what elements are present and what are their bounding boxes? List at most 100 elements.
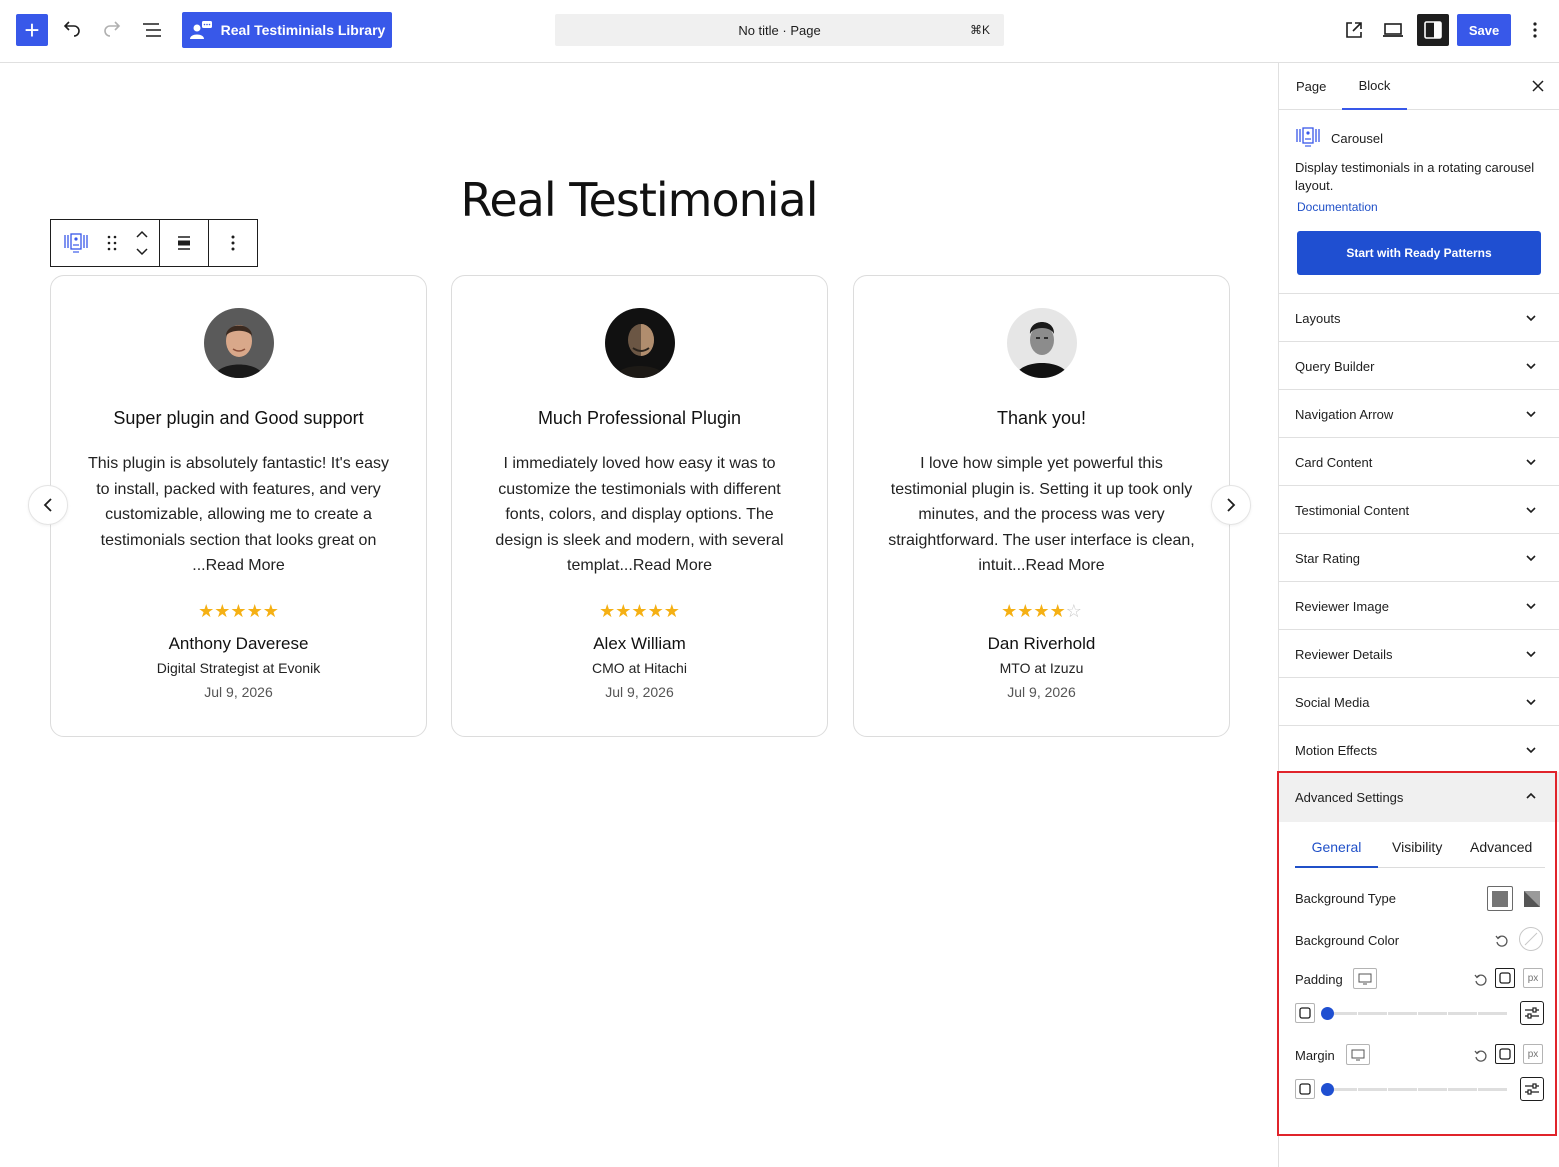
panel-navigation-arrow[interactable]: Navigation Arrow — [1279, 390, 1559, 438]
star-filled-icon: ★ — [262, 601, 279, 621]
reviewer-avatar — [204, 308, 274, 378]
star-rating: ★★★★★ — [452, 601, 827, 622]
chevron-left-icon — [43, 498, 52, 512]
chevron-down-icon — [1526, 459, 1536, 466]
options-menu-button[interactable] — [1522, 16, 1548, 44]
padding-link-sides-button[interactable] — [1495, 968, 1515, 988]
add-block-button[interactable]: + — [16, 14, 48, 46]
block-options-button[interactable] — [209, 220, 257, 266]
panel-testimonial-content[interactable]: Testimonial Content — [1279, 486, 1559, 534]
redo-icon — [104, 21, 121, 37]
panel-star-rating[interactable]: Star Rating — [1279, 534, 1559, 582]
chevron-right-icon — [1227, 498, 1236, 512]
star-filled-icon: ★ — [663, 601, 680, 621]
panel-label: Query Builder — [1295, 359, 1375, 374]
margin-slider-thumb[interactable] — [1321, 1083, 1334, 1096]
documentation-link[interactable]: Documentation — [1297, 200, 1378, 214]
reset-icon — [1474, 974, 1487, 986]
margin-slider-track[interactable] — [1327, 1088, 1507, 1091]
margin-device-button[interactable] — [1346, 1044, 1370, 1065]
chevron-down-icon — [1526, 747, 1536, 754]
tab-block[interactable]: Block — [1342, 63, 1407, 110]
block-type-button[interactable] — [51, 220, 101, 266]
padding-slider-thumb[interactable] — [1321, 1007, 1334, 1020]
padding-slider-track[interactable] — [1327, 1012, 1507, 1015]
box-sides-icon — [1499, 1048, 1511, 1060]
reset-padding-button[interactable] — [1471, 970, 1491, 990]
review-date: Jul 9, 2026 — [1007, 684, 1076, 700]
reset-margin-button[interactable] — [1471, 1046, 1491, 1066]
block-toolbar — [50, 219, 258, 267]
carousel-prev-button[interactable] — [28, 485, 68, 525]
drag-handle[interactable] — [101, 220, 125, 266]
star-filled-icon: ★ — [1017, 601, 1034, 621]
padding-unit-button[interactable]: px — [1523, 968, 1543, 988]
editor-top-toolbar: + Real Testiminials Library No title · P… — [0, 0, 1559, 63]
testimonial-text: I immediately loved how easy it was to c… — [495, 455, 784, 575]
star-rating: ★★★★★ — [51, 601, 426, 622]
block-name: Carousel — [1331, 131, 1384, 146]
box-sides-icon — [1299, 1007, 1311, 1019]
testimonial-card[interactable]: Thank you! I love how simple yet powerfu… — [853, 275, 1230, 737]
padding-device-button[interactable] — [1353, 968, 1377, 989]
background-type-label: Background Type — [1295, 891, 1396, 906]
background-color-swatch[interactable] — [1519, 927, 1543, 951]
move-block-buttons[interactable] — [124, 220, 159, 266]
advanced-settings-header[interactable]: Advanced Settings — [1279, 772, 1559, 822]
star-empty-icon: ☆ — [1065, 601, 1082, 621]
testimonial-card[interactable]: Super plugin and Good support This plugi… — [50, 275, 427, 737]
star-filled-icon: ★ — [198, 601, 215, 621]
panel-reviewer-image[interactable]: Reviewer Image — [1279, 582, 1559, 630]
panel-social-media[interactable]: Social Media — [1279, 678, 1559, 726]
advanced-settings-panel: Advanced Settings General Visibility Adv… — [1279, 772, 1559, 1167]
command-palette-bar[interactable]: No title · Page ⌘K — [555, 14, 1004, 46]
background-gradient-button[interactable] — [1519, 886, 1545, 911]
padding-custom-button[interactable] — [1520, 1001, 1544, 1025]
panel-label: Card Content — [1295, 455, 1373, 470]
chevron-down-icon — [1526, 507, 1536, 514]
tab-page[interactable]: Page — [1296, 63, 1326, 110]
testimonials-library-label: Real Testiminials Library — [220, 22, 386, 38]
testimonials-library-button[interactable]: Real Testiminials Library — [182, 12, 392, 48]
view-page-button[interactable] — [1340, 16, 1368, 44]
margin-all-sides-icon-button[interactable] — [1295, 1079, 1315, 1099]
chevron-down-icon — [1526, 411, 1536, 418]
document-overview-button[interactable] — [138, 16, 166, 44]
margin-link-sides-button[interactable] — [1495, 1044, 1515, 1064]
panel-reviewer-details[interactable]: Reviewer Details — [1279, 630, 1559, 678]
star-filled-icon: ★ — [1033, 601, 1050, 621]
carousel-next-button[interactable] — [1211, 485, 1251, 525]
panel-card-content[interactable]: Card Content — [1279, 438, 1559, 486]
settings-toggle-button[interactable] — [1417, 14, 1449, 46]
box-sides-icon — [1499, 972, 1511, 984]
redo-button[interactable] — [98, 16, 126, 44]
chevron-up-icon[interactable] — [135, 230, 149, 240]
reviewer-avatar — [605, 308, 675, 378]
carousel-icon — [1296, 127, 1320, 147]
tab-general[interactable]: General — [1295, 839, 1378, 868]
padding-all-sides-icon-button[interactable] — [1295, 1003, 1315, 1023]
margin-custom-button[interactable] — [1520, 1077, 1544, 1101]
reset-background-color-button[interactable] — [1492, 931, 1512, 951]
reviewer-avatar — [1007, 308, 1077, 378]
editor-canvas: Real Testimonial Super plugin and Good s… — [0, 63, 1278, 1167]
panel-layouts[interactable]: Layouts — [1279, 294, 1559, 342]
close-sidebar-button[interactable] — [1527, 75, 1549, 97]
chevron-down-icon[interactable] — [135, 246, 149, 256]
preview-button[interactable] — [1379, 16, 1407, 44]
ready-patterns-button[interactable]: Start with Ready Patterns — [1297, 231, 1541, 275]
tab-advanced[interactable]: Advanced — [1470, 839, 1532, 855]
undo-button[interactable] — [58, 16, 86, 44]
tab-visibility[interactable]: Visibility — [1392, 839, 1442, 855]
align-button[interactable] — [160, 220, 208, 266]
block-description: Display testimonials in a rotating carou… — [1295, 160, 1535, 193]
panel-label: Social Media — [1295, 695, 1370, 710]
save-button[interactable]: Save — [1457, 14, 1511, 46]
background-solid-button[interactable] — [1487, 886, 1513, 911]
desktop-icon — [1351, 1049, 1365, 1060]
panel-motion-effects[interactable]: Motion Effects — [1279, 726, 1559, 774]
testimonial-card[interactable]: Much Professional Plugin I immediately l… — [451, 275, 828, 737]
margin-unit-button[interactable]: px — [1523, 1044, 1543, 1064]
advanced-tabs: General Visibility Advanced — [1295, 822, 1545, 868]
panel-query-builder[interactable]: Query Builder — [1279, 342, 1559, 390]
